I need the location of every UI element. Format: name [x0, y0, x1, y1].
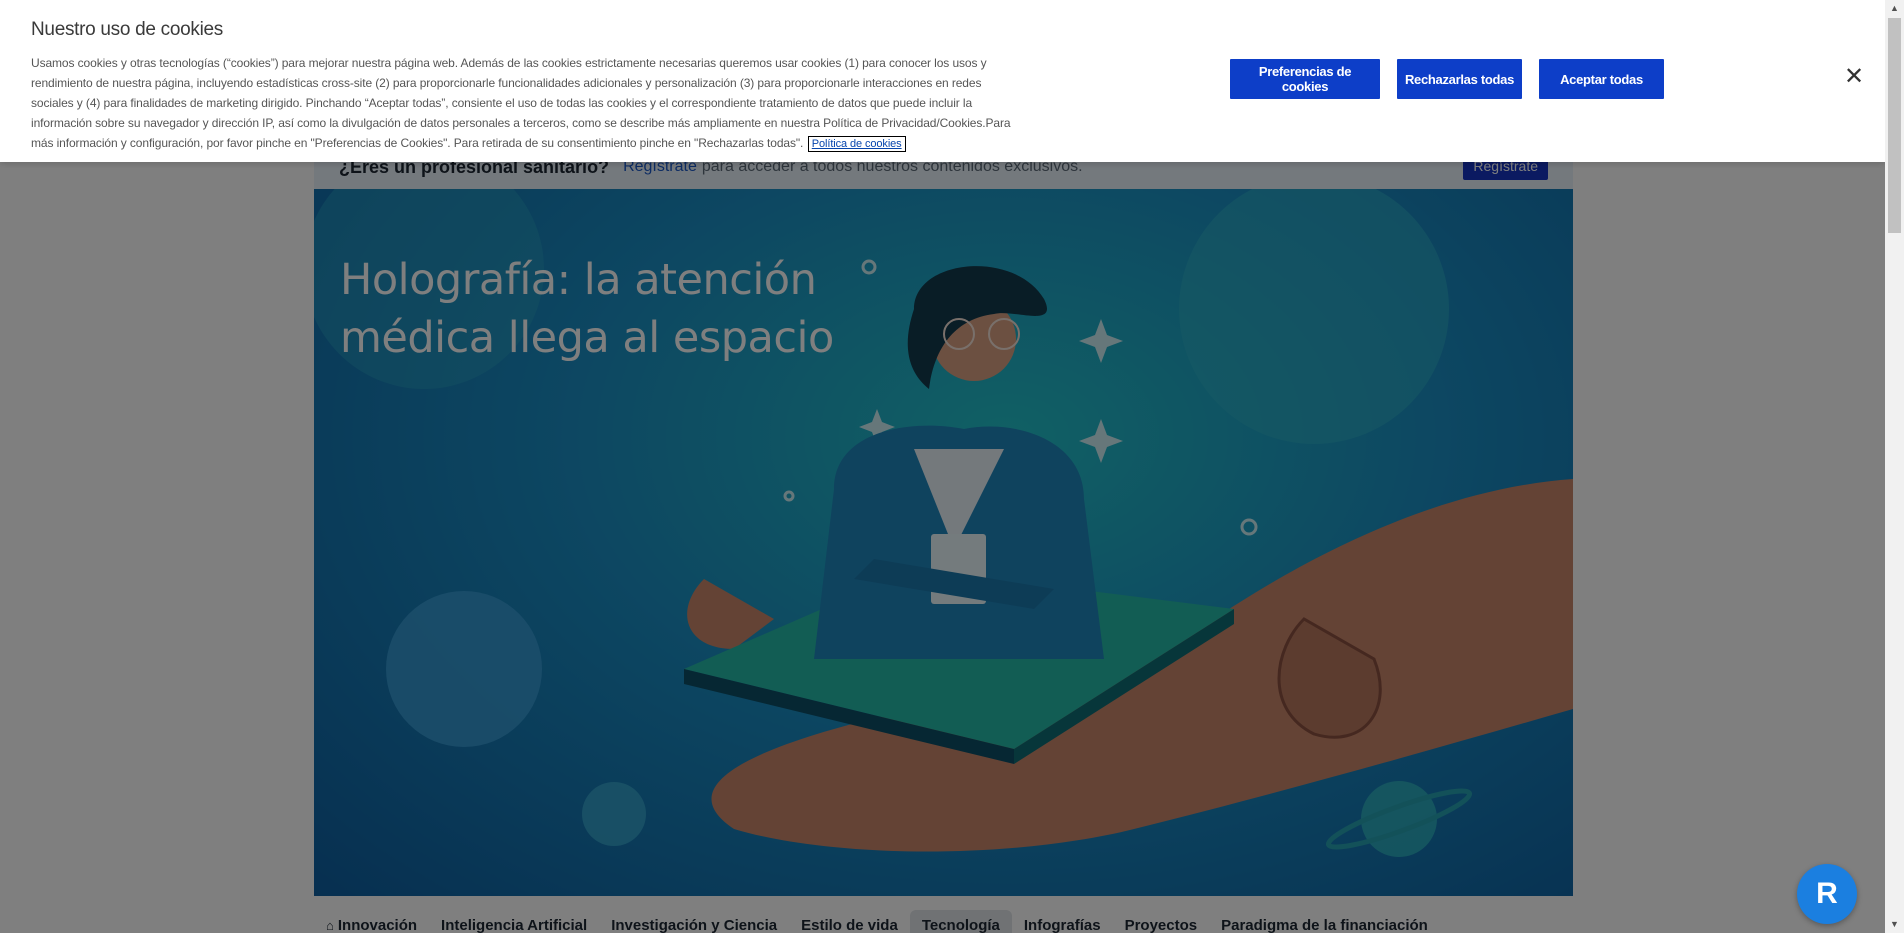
scrollbar[interactable]: ▲ ▼ [1885, 0, 1904, 933]
cookie-banner-title: Nuestro uso de cookies [31, 19, 223, 40]
scrollbar-thumb[interactable] [1888, 18, 1901, 233]
reject-all-button[interactable]: Rechazarlas todas [1397, 59, 1522, 99]
cookie-preferences-button[interactable]: Preferencias de cookies [1230, 59, 1380, 99]
reader-assistant-icon: R [1816, 877, 1838, 910]
cookie-description-text: Usamos cookies y otras tecnologías (“coo… [31, 56, 1011, 150]
close-icon[interactable]: ✕ [1842, 65, 1866, 89]
scroll-down-arrow-icon[interactable]: ▼ [1885, 916, 1904, 933]
cookie-banner: Nuestro uso de cookies Usamos cookies y … [0, 0, 1885, 162]
cookie-banner-description: Usamos cookies y otras tecnologías (“coo… [31, 53, 1019, 154]
cookie-policy-link[interactable]: Política de cookies [807, 136, 906, 152]
accept-all-button[interactable]: Aceptar todas [1539, 59, 1664, 99]
reader-assistant-button[interactable]: R [1797, 864, 1857, 924]
scroll-up-arrow-icon[interactable]: ▲ [1885, 0, 1904, 17]
